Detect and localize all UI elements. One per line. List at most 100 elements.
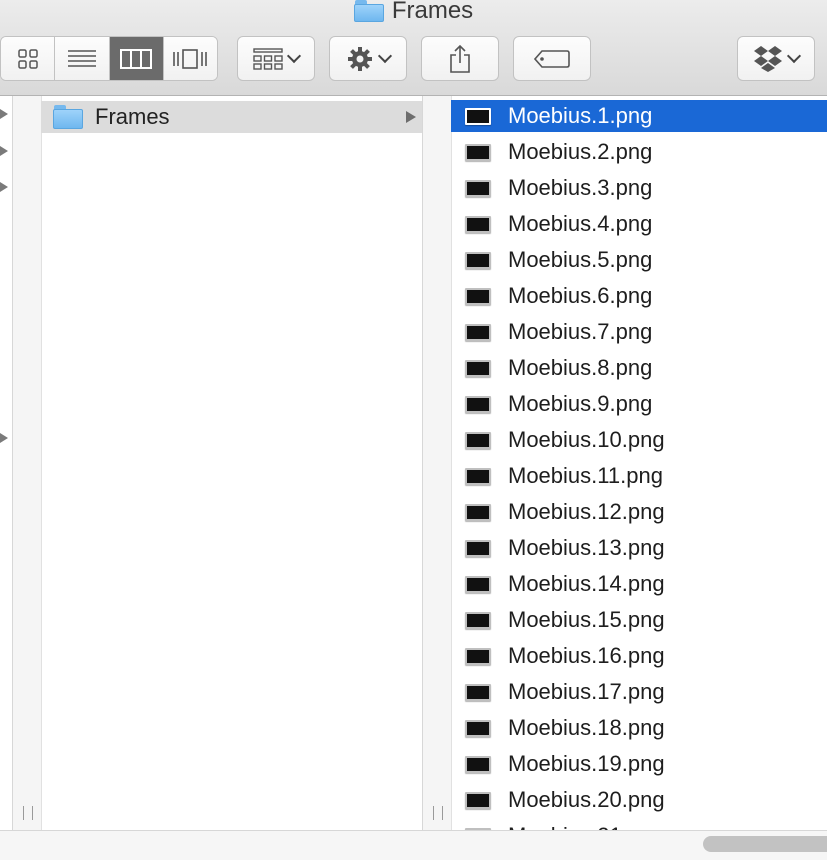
png-image-icon [465,107,491,125]
file-row[interactable]: Moebius.3.png [451,172,827,204]
png-image-icon [465,215,491,233]
disclosure-arrow-icon [0,433,8,443]
tag-icon [534,49,570,68]
file-row[interactable]: Moebius.6.png [451,280,827,312]
file-name: Moebius.19.png [508,751,665,776]
tags-button[interactable] [513,36,591,81]
file-row[interactable]: Moebius.2.png [451,136,827,168]
file-row[interactable]: Moebius.11.png [451,460,827,492]
disclosure-arrow-icon [0,146,8,156]
png-image-icon [465,179,491,197]
folder-icon [53,105,83,129]
file-name: Moebius.12.png [508,499,665,524]
png-image-icon [465,683,491,701]
file-row[interactable]: Moebius.20.png [451,784,827,816]
toolbar: Frames [0,0,827,96]
column-view-button[interactable] [109,37,164,80]
file-name: Moebius.2.png [508,139,653,164]
window-title-text: Frames [391,0,474,24]
png-image-icon [465,503,491,521]
file-row[interactable]: Moebius.19.png [451,748,827,780]
action-button[interactable] [329,36,407,81]
chevron-down-icon [786,48,802,64]
column-files: Moebius.1.png Moebius.2.png Moebius.3.png M… [423,96,827,830]
file-row[interactable]: Moebius.14.png [451,568,827,600]
file-row[interactable]: Moebius.1.png [451,100,827,132]
disclosure-arrow-icon [406,111,416,123]
png-image-icon [465,323,491,341]
disclosure-arrow-icon [0,109,8,119]
file-row[interactable]: Moebius.21.png [451,820,827,830]
file-name: Moebius.17.png [508,679,665,704]
chevron-down-icon [286,48,302,64]
file-name: Moebius.9.png [508,391,653,416]
file-name: Moebius.13.png [508,535,665,560]
column-resize-handle[interactable] [23,806,33,820]
file-name: Moebius.15.png [508,607,665,632]
file-row[interactable]: Moebius.8.png [451,352,827,384]
file-row[interactable]: Moebius.18.png [451,712,827,744]
file-name: Moebius.3.png [508,175,653,200]
dropbox-icon [754,45,782,72]
folder-label: Frames [95,104,170,129]
file-name: Moebius.14.png [508,571,665,596]
png-image-icon [465,467,491,485]
share-button[interactable] [421,36,499,81]
file-row[interactable]: Moebius.13.png [451,532,827,564]
window-title: Frames [0,0,827,26]
file-name: Moebius.7.png [508,319,653,344]
list-view-icon [67,49,96,67]
file-row[interactable]: Moebius.16.png [451,640,827,672]
file-row[interactable]: Moebius.12.png [451,496,827,528]
file-row[interactable]: Moebius.15.png [451,604,827,636]
file-name: Moebius.18.png [508,715,665,740]
file-row[interactable]: Moebius.10.png [451,424,827,456]
file-row[interactable]: Moebius.5.png [451,244,827,276]
folder-row-frames[interactable]: Frames [41,101,422,133]
png-image-icon [465,287,491,305]
png-image-icon [465,143,491,161]
png-image-icon [465,575,491,593]
png-image-icon [465,791,491,809]
gear-icon [348,46,372,71]
column-view-icon [120,48,153,69]
file-name: Moebius.8.png [508,355,653,380]
share-icon [450,44,470,73]
list-view-button[interactable] [55,37,110,80]
file-name: Moebius.20.png [508,787,665,812]
file-name: Moebius.6.png [508,283,653,308]
file-row[interactable]: Moebius.4.png [451,208,827,240]
file-row[interactable]: Moebius.7.png [451,316,827,348]
horizontal-scrollbar-thumb[interactable] [703,836,827,852]
view-mode-control [0,36,218,81]
arrange-button[interactable] [237,36,315,81]
disclosure-arrow-icon [0,182,8,192]
column-ancestor[interactable] [0,96,13,830]
file-name: Moebius.21.png [508,823,665,830]
file-name: Moebius.11.png [508,463,663,488]
column-parent: Frames [13,96,423,830]
file-name: Moebius.5.png [508,247,653,272]
folder-icon [353,0,384,22]
column-resize-handle[interactable] [433,806,443,820]
cover-flow-icon [173,48,208,69]
file-name: Moebius.4.png [508,211,653,236]
file-row[interactable]: Moebius.9.png [451,388,827,420]
file-name: Moebius.10.png [508,427,665,452]
png-image-icon [465,359,491,377]
png-image-icon [465,647,491,665]
png-image-icon [465,431,491,449]
png-image-icon [465,395,491,413]
png-image-icon [465,719,491,737]
chevron-down-icon [377,48,393,64]
png-image-icon [465,539,491,557]
cover-flow-view-button[interactable] [163,37,217,80]
png-image-icon [465,755,491,773]
file-row[interactable]: Moebius.17.png [451,676,827,708]
icon-view-button[interactable] [1,37,56,80]
file-name: Moebius.16.png [508,643,665,668]
file-name: Moebius.1.png [508,103,653,128]
dropbox-button[interactable] [737,36,815,81]
icon-view-icon [17,48,38,69]
png-image-icon [465,251,491,269]
